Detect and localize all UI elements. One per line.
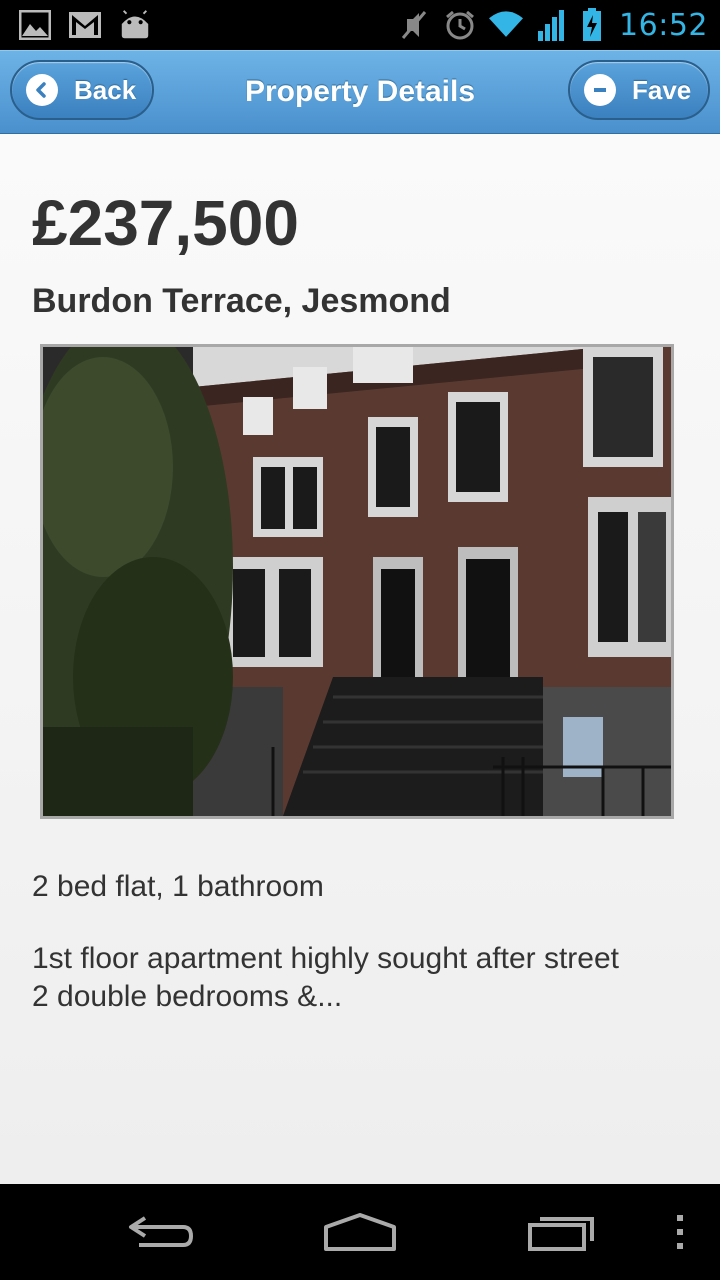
- clock-time: 16:52: [619, 7, 708, 43]
- recent-apps-icon[interactable]: [522, 1206, 602, 1258]
- property-photo: [40, 344, 674, 819]
- back-button-label: Back: [74, 74, 137, 105]
- fave-button[interactable]: Fave: [568, 60, 710, 120]
- chevron-left-icon: [26, 74, 58, 106]
- property-summary: 2 bed flat, 1 bathroom: [32, 870, 324, 903]
- signal-icon: [535, 10, 569, 41]
- building-photo-image: [43, 347, 671, 816]
- gallery-icon: [18, 10, 52, 40]
- system-nav-bar: [0, 1184, 720, 1280]
- property-price: £237,500: [32, 187, 299, 259]
- back-button[interactable]: Back: [10, 60, 154, 120]
- menu-icon[interactable]: [664, 1206, 696, 1258]
- back-nav-icon[interactable]: [120, 1206, 200, 1258]
- property-address: Burdon Terrace, Jesmond: [32, 282, 451, 320]
- battery-charging-icon: [581, 8, 603, 41]
- property-details-content: £237,500 Burdon Terrace, Jesmond 2 bed f…: [0, 134, 720, 1184]
- description-line: 2 double bedrooms &...: [32, 980, 343, 1013]
- alarm-icon: [443, 10, 477, 40]
- minus-icon: [584, 74, 616, 106]
- mute-icon: [397, 10, 431, 40]
- status-bar: 16:52: [0, 0, 720, 50]
- wifi-icon: [489, 10, 524, 40]
- gmail-icon: [68, 10, 102, 40]
- home-nav-icon[interactable]: [320, 1206, 400, 1258]
- header-bar: Property Details Back Fave: [0, 50, 720, 134]
- property-description: 1st floor apartment highly sought after …: [32, 940, 692, 1016]
- fave-button-label: Fave: [632, 74, 692, 105]
- android-icon: [118, 10, 152, 40]
- description-line: 1st floor apartment highly sought after …: [32, 942, 619, 975]
